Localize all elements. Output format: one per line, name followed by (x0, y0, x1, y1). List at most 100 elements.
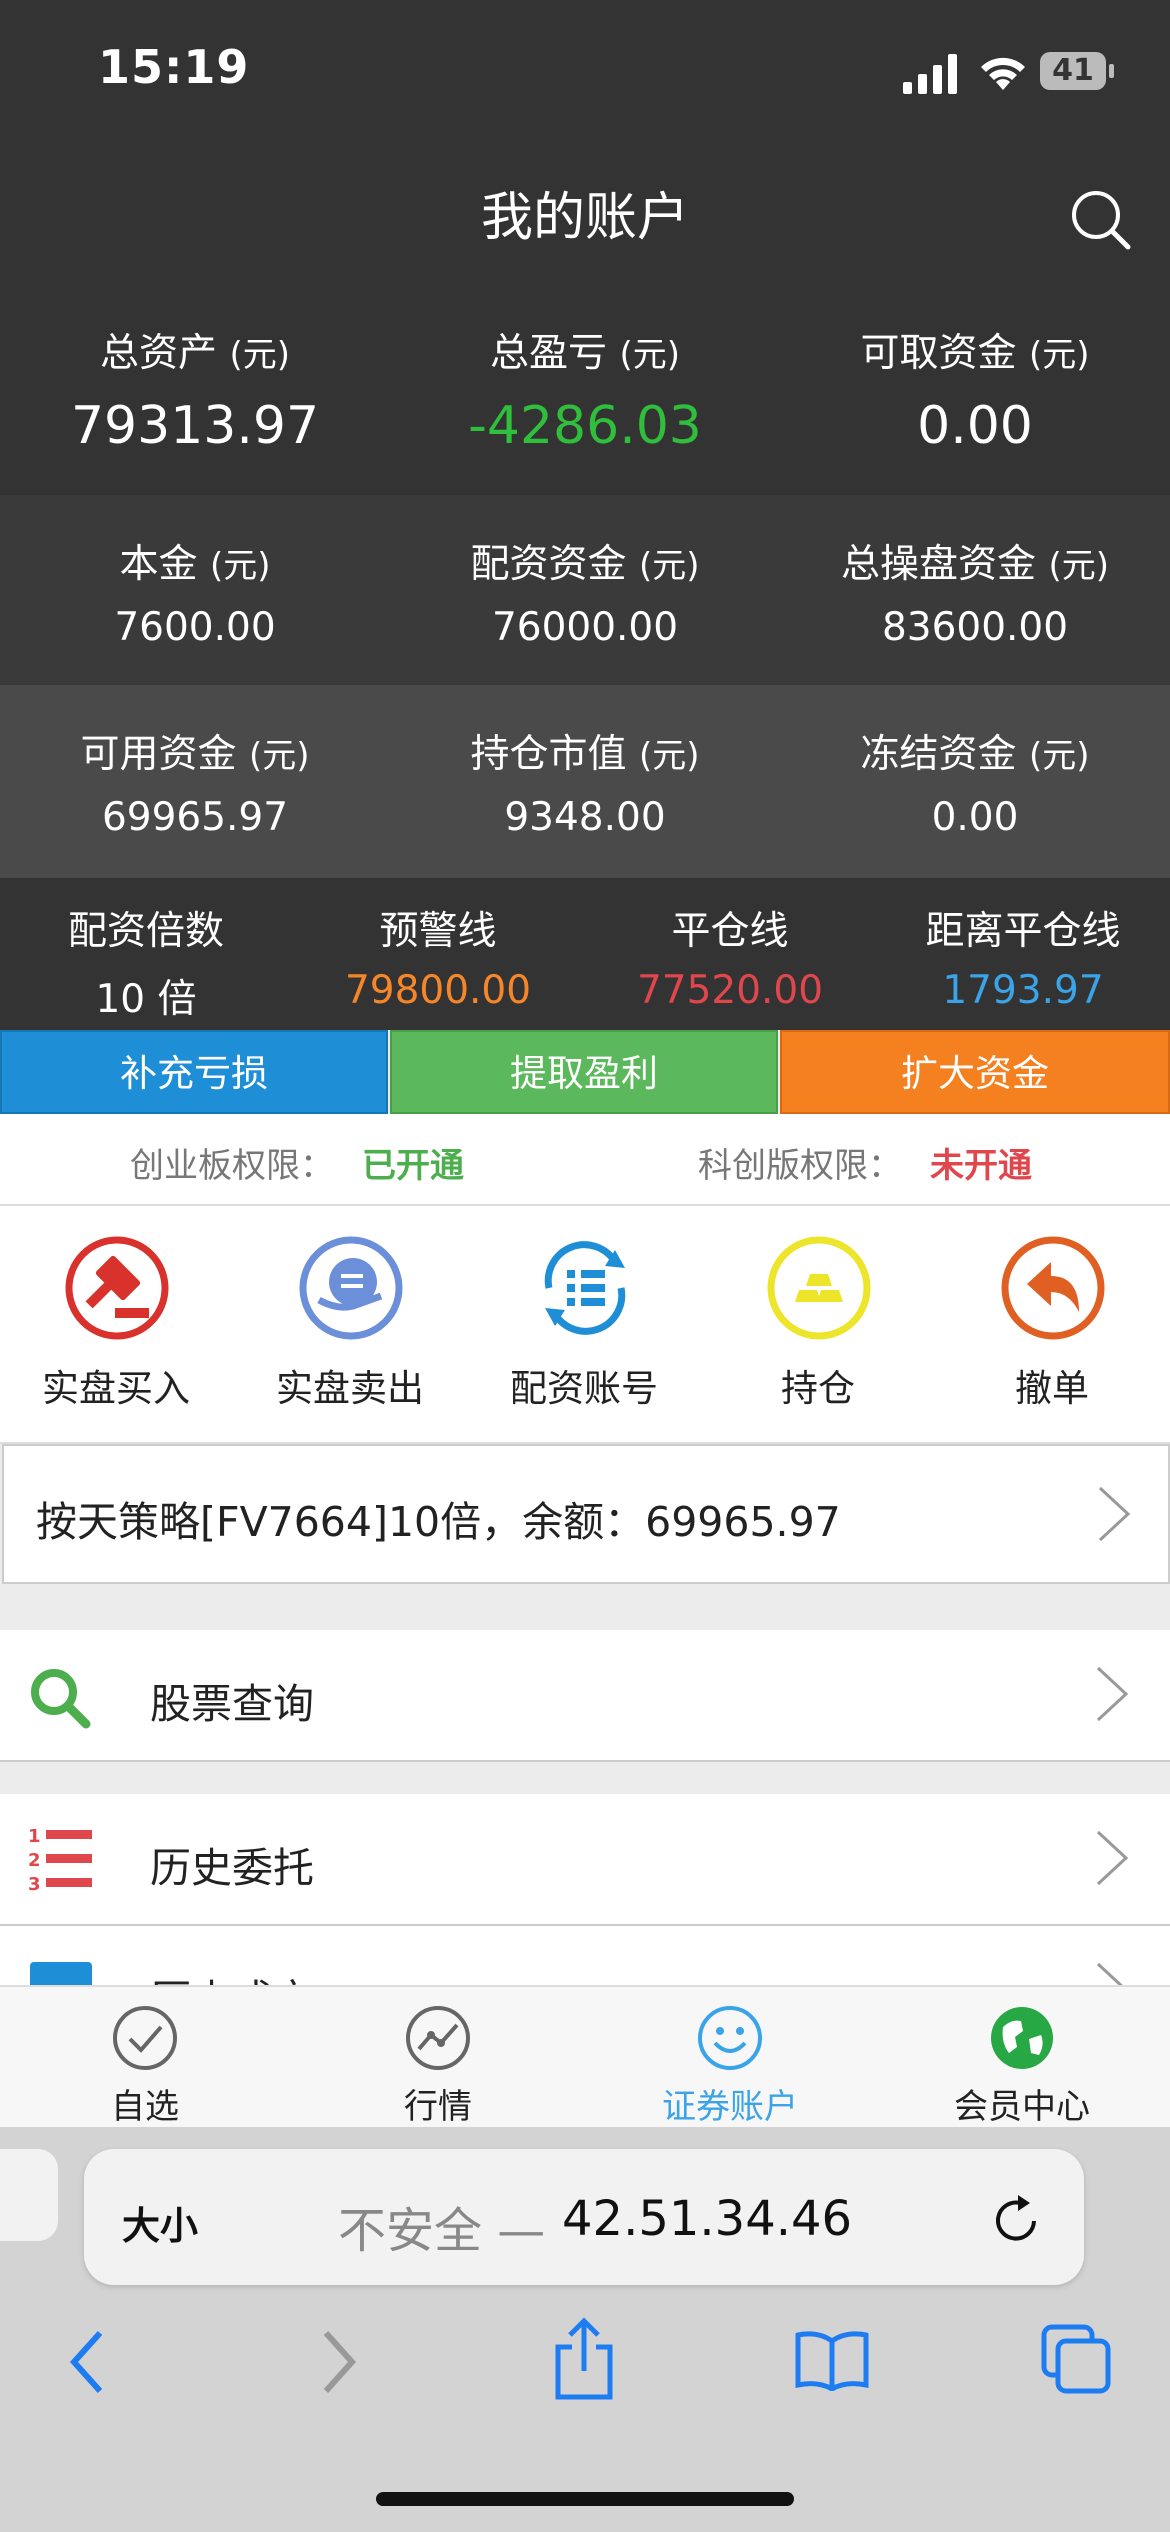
battery-tip (1109, 64, 1114, 78)
tabs-icon[interactable] (1040, 2323, 1112, 2395)
battery-icon: 41 (1040, 52, 1106, 90)
strategy-text: 按天策略[FV7664]10倍，余额：69965.97 (36, 1498, 841, 1546)
list-item-history-orders[interactable]: 1 2 3 历史委托 (0, 1794, 1170, 1926)
tab-watchlist[interactable]: 自选 (45, 1987, 245, 2129)
tab-securities-account[interactable]: 证券账户 (630, 1987, 830, 2129)
unit-label: (元) (638, 736, 700, 776)
allocated-label: 配资资金 (470, 542, 627, 587)
tab-bar: 自选 行情 证券账户 会员中心 (0, 1985, 1170, 2129)
previous-tab-preview[interactable] (0, 2149, 58, 2241)
capital-row: 本金 (元) 7600.00 配资资金 (元) 76000.00 总操盘资金 (… (0, 495, 1170, 685)
frozen-funds: 冻结资金 (元) 0.00 (780, 723, 1170, 840)
unit-label: (元) (1028, 736, 1090, 776)
total-trading-label: 总操盘资金 (841, 542, 1037, 587)
withdrawable-label: 可取资金 (860, 331, 1017, 376)
hand-coin-icon (299, 1236, 403, 1340)
tab-label: 证券账户 (662, 2087, 798, 2127)
position-value-label: 持仓市值 (470, 732, 627, 777)
total-assets-label: 总资产 (100, 331, 218, 376)
leverage: 配资倍数 10 倍 (0, 900, 292, 1024)
position-value-amount: 9348.00 (504, 795, 666, 840)
url-text[interactable]: 42.51.34.46 (562, 2191, 852, 2247)
frozen-value: 0.00 (931, 795, 1019, 840)
function-label: 持仓 (781, 1367, 855, 1410)
tab-member-center[interactable]: 会员中心 (922, 1987, 1122, 2129)
bookmarks-icon[interactable] (794, 2329, 870, 2391)
smiley-icon (698, 2006, 762, 2070)
gavel-icon (65, 1236, 169, 1340)
insecure-label: 不安全 — (338, 2203, 546, 2259)
list-item-label: 历史成交 (150, 1966, 314, 1985)
available-value: 69965.97 (101, 795, 289, 840)
unit-label: (元) (638, 546, 700, 586)
real-buy-button[interactable]: 实盘买入 (16, 1206, 216, 1442)
chinext-permission-label: 创业板权限： (130, 1146, 334, 1186)
principal-value: 7600.00 (114, 605, 276, 650)
total-pl-value: -4286.03 (468, 396, 702, 456)
back-icon[interactable] (66, 2327, 106, 2397)
forward-icon[interactable] (320, 2327, 360, 2397)
list-item-history-trades[interactable]: 历史成交 (0, 1926, 1170, 1985)
unit-label: (元) (1028, 335, 1090, 375)
positions-button[interactable]: 持仓 (718, 1206, 918, 1442)
summary-row: 总资产 (元) 79313.97 总盈亏 (元) -4286.03 可取资金 (… (0, 300, 1170, 495)
wifi-icon (981, 57, 1025, 90)
frozen-label: 冻结资金 (860, 732, 1017, 777)
svg-text:3: 3 (28, 1874, 41, 1894)
funds-row: 可用资金 (元) 69965.97 持仓市值 (元) 9348.00 冻结资金 … (0, 685, 1170, 878)
header: 我的账户 (0, 150, 1170, 300)
star-permission-value: 未开通 (930, 1146, 1032, 1186)
warning-line: 预警线 79800.00 (292, 900, 584, 1013)
undo-arrow-icon (1001, 1236, 1105, 1340)
topup-button[interactable]: 补充亏损 (0, 1030, 388, 1114)
tab-market[interactable]: 行情 (338, 1987, 538, 2129)
page-title: 我的账户 (480, 188, 689, 248)
unit-label: (元) (248, 736, 310, 776)
total-trading: 总操盘资金 (元) 83600.00 (780, 533, 1170, 650)
search-icon (31, 1669, 91, 1729)
warning-line-label: 预警线 (379, 909, 497, 954)
chevron-right-icon (1096, 1830, 1129, 1886)
cancel-order-button[interactable]: 撤单 (952, 1206, 1152, 1442)
withdraw-profit-button[interactable]: 提取盈利 (390, 1030, 778, 1114)
liquidation-line: 平仓线 77520.00 (584, 900, 876, 1013)
function-label: 实盘卖出 (276, 1367, 424, 1410)
function-label: 配资账号 (510, 1367, 658, 1410)
function-label: 撤单 (1015, 1367, 1089, 1410)
tab-label: 会员中心 (954, 2087, 1090, 2127)
svg-text:1: 1 (28, 1826, 41, 1847)
leverage-label: 配资倍数 (67, 909, 224, 954)
expand-funds-button[interactable]: 扩大资金 (780, 1030, 1170, 1114)
table-icon (30, 1962, 92, 1985)
address-bar[interactable]: 大小 不安全 — 42.51.34.46 (84, 2149, 1084, 2285)
withdrawable: 可取资金 (元) 0.00 (780, 322, 1170, 456)
total-pl-label: 总盈亏 (490, 331, 608, 376)
allocation-account-button[interactable]: 配资账号 (484, 1206, 684, 1442)
distance-label: 距离平仓线 (925, 909, 1121, 954)
tab-label: 行情 (404, 2087, 472, 2127)
list-item-label: 股票查询 (150, 1680, 314, 1728)
reload-icon[interactable] (990, 2191, 1042, 2247)
available-label: 可用资金 (80, 732, 237, 777)
chevron-right-icon (1096, 1962, 1123, 1985)
distance-value: 1793.97 (942, 968, 1104, 1013)
strategy-selector[interactable]: 按天策略[FV7664]10倍，余额：69965.97 (2, 1444, 1170, 1584)
star-permission-label: 科创版权限： (698, 1146, 902, 1186)
real-sell-button[interactable]: 实盘卖出 (250, 1206, 450, 1442)
liquidation-line-value: 77520.00 (636, 968, 824, 1013)
unit-label: (元) (229, 335, 290, 375)
svg-text:2: 2 (28, 1850, 41, 1871)
home-indicator[interactable] (376, 2492, 794, 2506)
battery-level: 41 (1052, 53, 1094, 88)
search-icon[interactable] (1066, 185, 1136, 255)
leverage-value: 10 倍 (95, 977, 197, 1022)
principal-label: 本金 (119, 542, 198, 587)
list-item-label: 历史委托 (150, 1844, 314, 1892)
allocated-value: 76000.00 (491, 605, 679, 650)
liquidation-distance: 距离平仓线 1793.97 (876, 900, 1170, 1013)
total-pl: 总盈亏 (元) -4286.03 (390, 322, 780, 456)
unit-label: (元) (619, 335, 680, 375)
share-icon[interactable] (552, 2317, 616, 2401)
text-size-button[interactable]: 大小 (122, 2195, 198, 2250)
list-item-stock-query[interactable]: 股票查询 (0, 1630, 1170, 1762)
